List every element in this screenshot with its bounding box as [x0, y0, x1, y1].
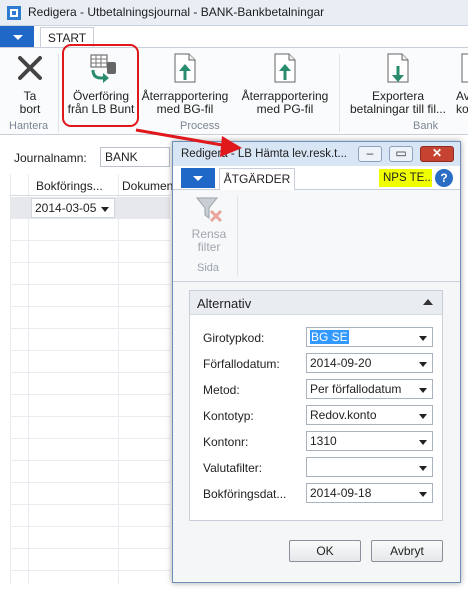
window-title: Redigera - Utbetalningsjournal - BANK-Ba… [28, 5, 325, 19]
dialog-titlebar[interactable]: Redigera - LB Hämta lev.resk.t... – ▭ ✕ [173, 142, 460, 166]
chevron-up-icon[interactable] [423, 299, 433, 305]
options-panel-header[interactable]: Alternativ [190, 291, 442, 315]
currency-filter-label: Valutafilter: [203, 461, 263, 475]
table-row[interactable] [10, 439, 170, 461]
account-number-field[interactable]: 1310 [306, 431, 433, 451]
currency-filter-field[interactable] [306, 457, 433, 477]
minimize-icon: – [366, 146, 374, 160]
options-panel-title: Alternativ [197, 296, 252, 311]
account-type-field[interactable]: Redov.konto [306, 405, 433, 425]
dialog-tabs: ÅTGÄRDER NPS TE... ? [173, 166, 460, 190]
tab-actions[interactable]: ÅTGÄRDER [219, 168, 295, 190]
company-badge[interactable]: NPS TE... [379, 169, 432, 187]
posting-date-label: Bokföringsdat... [203, 487, 287, 501]
ribbon-separator [237, 196, 238, 276]
minimize-button[interactable]: – [358, 146, 382, 162]
due-date-label: Förfallodatum: [203, 357, 280, 371]
maximize-icon: ▭ [395, 146, 407, 160]
document-upload-icon [174, 53, 196, 83]
table-row[interactable] [10, 527, 170, 549]
group-label-page: Sida [197, 262, 220, 274]
table-row[interactable] [10, 285, 170, 307]
report-back-bg-label: Återrapportering med BG-fil [141, 89, 229, 116]
table-row[interactable] [10, 241, 170, 263]
highlight-annotation [62, 44, 139, 127]
table-row[interactable] [10, 549, 170, 571]
giro-type-code-label: Girotypkod: [203, 331, 265, 345]
table-row[interactable] [10, 483, 170, 505]
table-row[interactable] [10, 461, 170, 483]
column-header-posting-date[interactable]: Bokförings... [36, 179, 103, 193]
close-icon: ✕ [431, 146, 443, 160]
main-titlebar: Redigera - Utbetalningsjournal - BANK-Ba… [0, 0, 468, 26]
posting-date-field[interactable]: 2014-09-18 [306, 483, 433, 503]
ribbon-separator [58, 54, 59, 132]
close-button[interactable]: ✕ [420, 146, 454, 162]
document-export-icon [387, 53, 409, 83]
column-header-document[interactable]: Dokumen [122, 179, 173, 193]
delete-icon [18, 56, 42, 80]
giro-type-code-value: BG SE [310, 330, 349, 344]
document-icon [461, 53, 468, 83]
export-payments-label: Exportera betalningar till fil... [349, 89, 447, 116]
method-field[interactable]: Per förfallodatum [306, 379, 433, 399]
table-row[interactable] [10, 329, 170, 351]
table-row[interactable] [10, 219, 170, 241]
method-label: Metod: [203, 383, 240, 397]
delete-label: Ta bort [19, 89, 41, 116]
account-number-label: Kontonr: [203, 435, 249, 449]
table-row[interactable] [10, 505, 170, 527]
ribbon-separator [339, 54, 340, 132]
options-panel: Alternativ Girotypkod: BG SE Förfallodat… [189, 290, 443, 521]
journal-name-field[interactable]: BANK [100, 147, 170, 167]
due-date-field[interactable]: 2014-09-20 [306, 353, 433, 373]
dialog-file-menu-button[interactable] [181, 168, 215, 188]
table-row[interactable] [10, 373, 170, 395]
ok-button[interactable]: OK [289, 540, 361, 562]
posting-date-cell[interactable]: 2014-03-05 [31, 198, 115, 218]
report-back-bg-button[interactable]: Återrapportering med BG-fil [141, 52, 229, 116]
app-icon [7, 6, 21, 20]
account-type-label: Kontotyp: [203, 409, 254, 423]
group-label-process: Process [180, 120, 220, 132]
journal-grid: Bokförings... Dokumen 2014-03-05 [10, 174, 173, 584]
table-row[interactable] [10, 395, 170, 417]
file-menu-button[interactable] [0, 26, 34, 48]
table-row[interactable] [10, 263, 170, 285]
dialog-title: Redigera - LB Hämta lev.resk.t... [181, 148, 347, 160]
dialog-window: Redigera - LB Hämta lev.resk.t... – ▭ ✕ … [172, 141, 461, 583]
clear-filter-button[interactable]: Rensa filter [187, 194, 231, 254]
group-label-bank: Bank [413, 120, 439, 132]
partial-ribbon-label: Av ko [456, 89, 468, 116]
table-row[interactable] [10, 417, 170, 439]
clear-filter-icon [195, 197, 223, 223]
group-label-hantera: Hantera [9, 120, 49, 132]
maximize-button[interactable]: ▭ [389, 146, 413, 162]
document-upload-icon [274, 53, 296, 83]
export-payments-button[interactable]: Exportera betalningar till fil... [344, 52, 452, 116]
report-back-pg-label: Återrapportering med PG-fil [241, 89, 329, 116]
table-row[interactable] [10, 307, 170, 329]
clear-filter-label: Rensa filter [191, 227, 227, 254]
journal-name-label: Journalnamn: [14, 151, 87, 165]
cancel-button[interactable]: Avbryt [371, 540, 443, 562]
table-row[interactable] [10, 351, 170, 373]
giro-type-code-field[interactable]: BG SE [306, 327, 433, 347]
partial-ribbon-button[interactable]: Av ko [456, 52, 468, 116]
help-icon[interactable]: ? [435, 169, 453, 187]
dialog-ribbon: Rensa filter Sida [173, 190, 460, 282]
delete-button[interactable]: Ta bort [8, 52, 52, 116]
report-back-pg-button[interactable]: Återrapportering med PG-fil [239, 52, 331, 116]
grid-header: Bokförings... Dokumen [10, 174, 173, 196]
